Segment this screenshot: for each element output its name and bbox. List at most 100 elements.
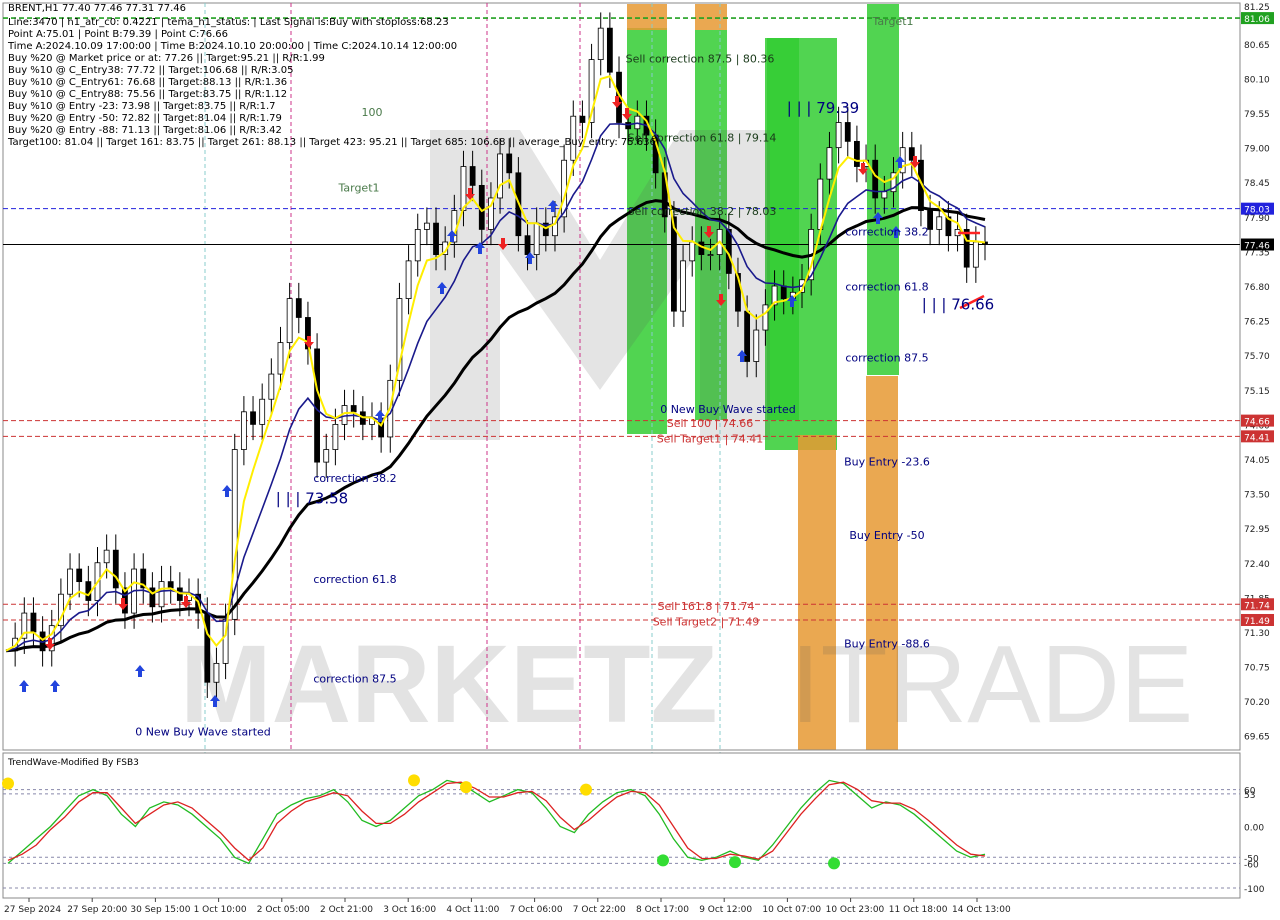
candle-body (625, 122, 632, 130)
time-tick-label: 27 Sep 20:00 (67, 905, 127, 915)
chart-annotation: 0 New Buy Wave started (135, 726, 271, 739)
price-tick-label: 78.45 (1244, 179, 1270, 189)
time-tick-label: 10 Oct 23:00 (826, 905, 885, 915)
candle-body (963, 229, 970, 268)
price-tick-label: 75.70 (1244, 352, 1270, 362)
time-tick-label: 2 Oct 21:00 (320, 905, 373, 915)
candle-body (414, 229, 421, 262)
oscillator-marker (729, 856, 741, 869)
chart-annotation: Buy Entry -88.6 (844, 638, 930, 651)
price-tick-label: 80.10 (1244, 75, 1270, 85)
price-tick-label: 76.25 (1244, 318, 1270, 328)
time-tick-label: 7 Oct 22:00 (573, 905, 626, 915)
oscillator-marker (657, 854, 669, 867)
candle-body (881, 191, 888, 199)
chart-annotation: | | | 73.58 (276, 490, 348, 508)
oscillator-tick-label: 0.00 (1244, 824, 1264, 834)
time-tick-label: 4 Oct 11:00 (446, 905, 499, 915)
candle-body (314, 348, 320, 463)
price-tick-label: 74.05 (1244, 456, 1270, 466)
price-tick-label: 79.00 (1244, 145, 1270, 155)
time-tick-label: 11 Oct 18:00 (889, 905, 948, 915)
price-tick-label: 80.65 (1244, 41, 1270, 51)
info-line: Line:3470 | h1_atr_c0: 0.4221 | tema_h1_… (8, 17, 449, 28)
candle-body (277, 342, 284, 375)
candle-body (579, 115, 586, 123)
candle-body (872, 159, 879, 199)
chart-annotation: Buy Entry -23.6 (844, 455, 930, 468)
price-tick-label: 72.95 (1244, 525, 1270, 535)
info-line: Buy %20 @ Entry -88: 71.13 || Target:81.… (8, 125, 282, 136)
chart-annotation: Buy Entry -50 (849, 529, 924, 542)
info-line: Buy %10 @ Entry -23: 73.98 || Target:83.… (8, 101, 276, 112)
candle-body (753, 329, 760, 362)
oscillator-tick-label: -60 (1244, 860, 1259, 870)
candle-body (423, 222, 430, 230)
oscillator-marker (580, 783, 592, 796)
candle-body (112, 549, 119, 589)
info-line: Target100: 81.04 || Target 161: 83.75 ||… (8, 137, 656, 148)
candle-body (286, 298, 293, 344)
price-tag-label: 78.03 (1244, 206, 1270, 216)
oscillator-title: TrendWave-Modified By FSB3 (7, 758, 139, 768)
candle-body (780, 285, 787, 299)
time-tick-label: 8 Oct 17:00 (636, 905, 689, 915)
chart-annotation: Target1 (871, 15, 913, 28)
candle-body (826, 147, 833, 180)
chart-annotation: correction 87.5 (313, 672, 396, 685)
candle-body (405, 260, 412, 300)
candle-body (250, 411, 256, 425)
candle-body (469, 166, 476, 186)
oscillator-panel: TrendWave-Modified By FSB360530.00-50-60… (2, 752, 1265, 899)
candle-body (323, 449, 330, 463)
candle-body (524, 235, 531, 255)
candle-body (350, 405, 357, 413)
candle-body (103, 549, 110, 564)
candle-body (240, 411, 247, 450)
info-line: Point A:75.01 | Point B:79.39 | Point C:… (8, 29, 228, 40)
chart-annotation: 100 (362, 106, 383, 119)
price-tick-label: 81.25 (1244, 3, 1270, 13)
time-tick-label: 1 Oct 10:00 (194, 905, 247, 915)
candle-body (835, 122, 842, 149)
candle-body (597, 27, 604, 61)
price-tick-label: 71.30 (1244, 629, 1270, 639)
chart-annotation: correction 38.2 (845, 226, 928, 239)
chart-annotation: 0 New Sell wave started (513, 0, 646, 3)
chart-annotation: Sell Target2 | 71.49 (653, 616, 760, 629)
chart-annotation: Sell 161.8 | 71.74 (657, 600, 754, 613)
price-tag-label: 74.41 (1244, 433, 1270, 443)
info-line: Buy %20 @ Entry -50: 72.82 || Target:81.… (8, 113, 282, 124)
candle-body (698, 241, 705, 255)
candle-body (936, 216, 943, 230)
candle-body (67, 568, 73, 595)
price-tick-label: 72.40 (1244, 560, 1270, 570)
candle-body (680, 260, 686, 312)
chart-window: { "header": { "title": "BRENT,H1 77.40 7… (0, 0, 1280, 920)
chart-annotation: Sell 100 | 74.66 (667, 417, 754, 430)
chart-annotation: Sell correction 38.2 | 78.03 (628, 205, 777, 218)
oscillator-frame (2, 752, 1241, 899)
candle-body (533, 222, 540, 255)
info-line: Buy %10 @ C_Entry88: 75.56 || Target:83.… (8, 89, 288, 100)
candle-body (854, 140, 860, 167)
chart-annotation: correction 87.5 (845, 351, 928, 364)
candle-body (460, 166, 467, 211)
candle-body (295, 298, 302, 318)
oscillator-marker (2, 777, 14, 790)
price-tag-label: 81.06 (1244, 15, 1270, 25)
price-tick-label: 70.75 (1244, 664, 1270, 674)
candle-body (844, 122, 851, 142)
candle-body (268, 373, 275, 400)
price-tag-label: 71.49 (1244, 617, 1270, 627)
price-tick-label: 75.15 (1244, 387, 1270, 397)
candle-body (204, 612, 211, 683)
time-tick-label: 30 Sep 15:00 (130, 905, 190, 915)
signal-zone (627, 4, 667, 30)
chart-annotation: Sell correction 87.5 | 80.36 (626, 53, 775, 66)
chart-title: BRENT,H1 77.40 77.46 77.31 77.46 (8, 3, 187, 14)
price-tag-label: 74.66 (1244, 418, 1270, 428)
price-tick-label: 70.20 (1244, 698, 1270, 708)
candle-body (213, 662, 220, 683)
chart-annotation: correction 61.8 (845, 280, 928, 293)
